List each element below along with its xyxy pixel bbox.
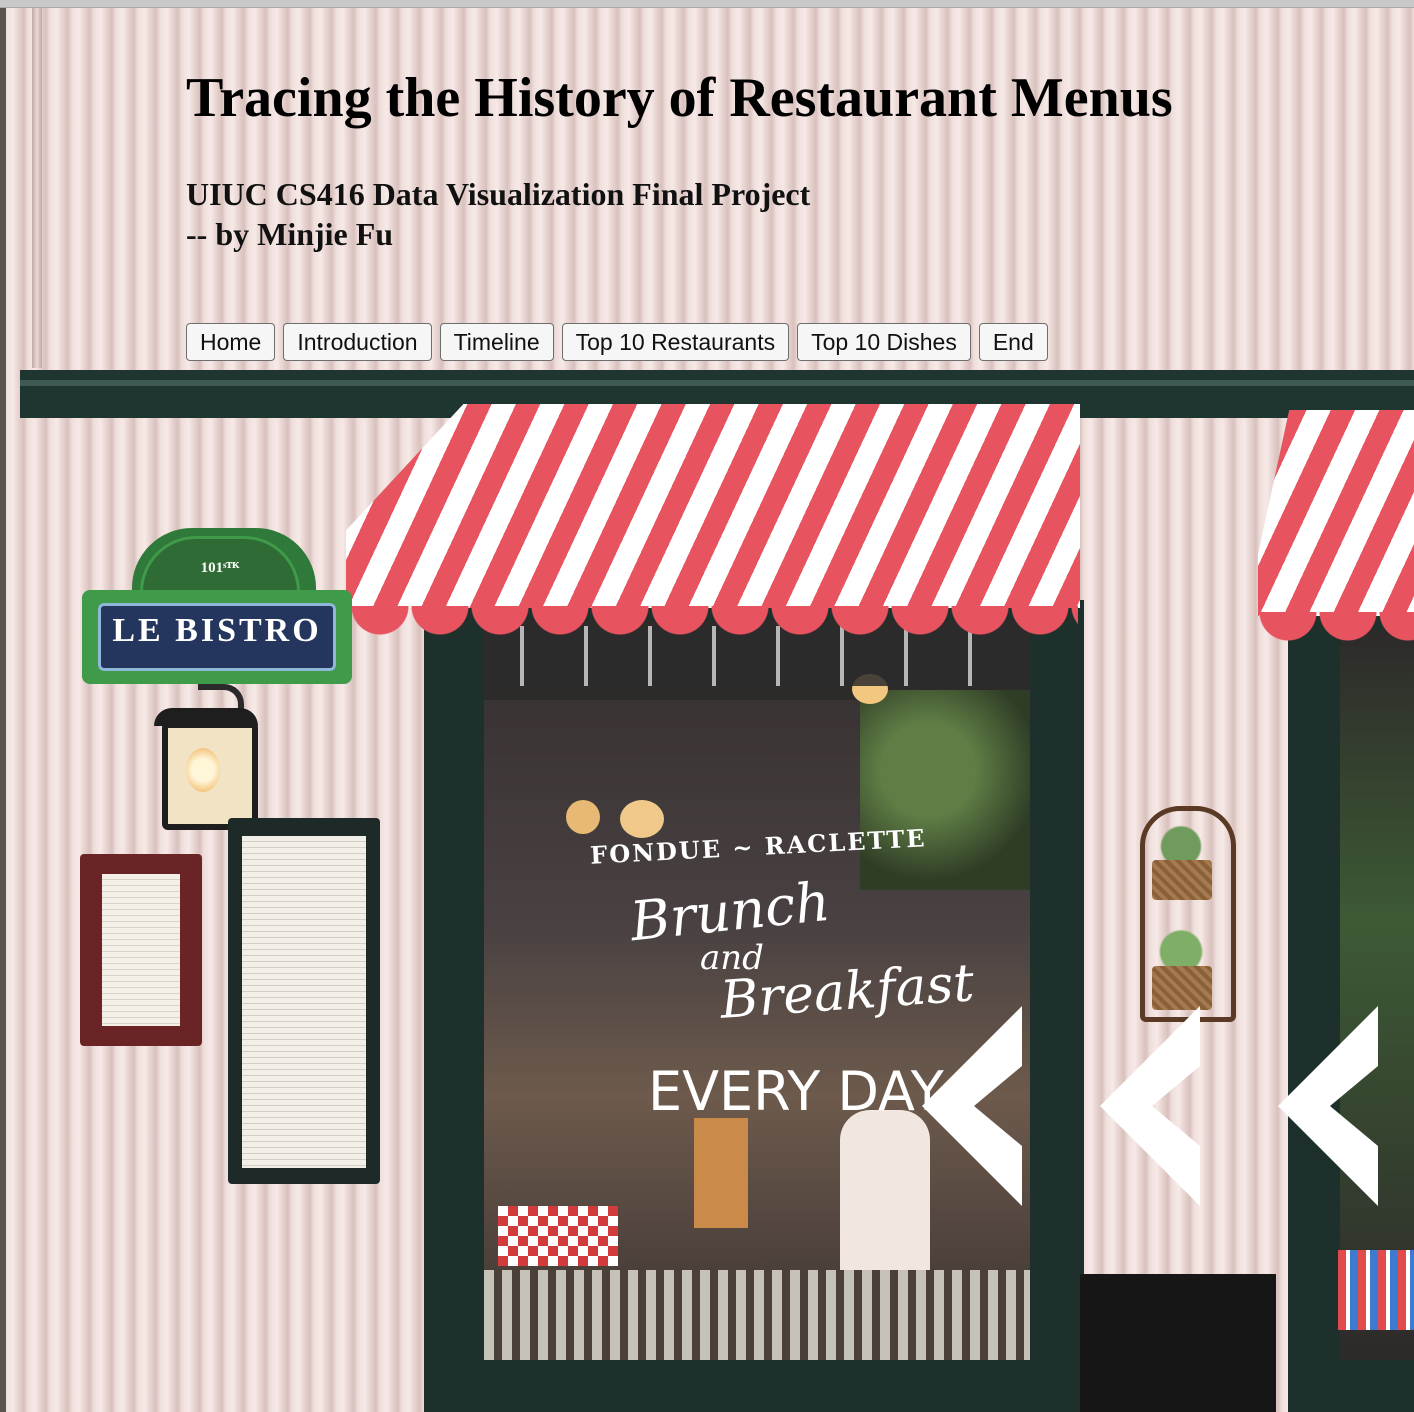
chalk-board (1080, 1274, 1276, 1412)
chevron-left-icon[interactable] (1100, 1006, 1204, 1206)
nav-introduction-button[interactable]: Introduction (283, 323, 432, 361)
subtitle-line-1: UIUC CS416 Data Visualization Final Proj… (186, 176, 811, 212)
nav-top-restaurants-button[interactable]: Top 10 Restaurants (561, 323, 790, 361)
nav-timeline-button[interactable]: Timeline (439, 323, 554, 361)
browser-top-edge (0, 0, 1414, 8)
wall-pole (32, 8, 42, 368)
nav-end-button[interactable]: End (978, 323, 1048, 361)
main-awning (346, 404, 1080, 608)
nav-top-dishes-button[interactable]: Top 10 Dishes (797, 323, 971, 361)
page-title: Tracing the History of Restaurant Menus (186, 67, 1173, 129)
nav-bar: Home Introduction Timeline Top 10 Restau… (186, 323, 1048, 361)
window-text-everyday: EVERY DAY (648, 1060, 944, 1123)
bistro-sign-text: LE BISTRO (112, 612, 322, 649)
chevron-left-icon[interactable] (922, 1006, 1026, 1206)
sign-number: 101ˢᵀᴷ (200, 560, 240, 576)
subtitle-line-2: -- by Minjie Fu (186, 216, 394, 252)
chevron-left-icon[interactable] (1278, 1006, 1382, 1206)
page-subtitle: UIUC CS416 Data Visualization Final Proj… (186, 174, 810, 254)
nav-home-button[interactable]: Home (186, 323, 276, 361)
